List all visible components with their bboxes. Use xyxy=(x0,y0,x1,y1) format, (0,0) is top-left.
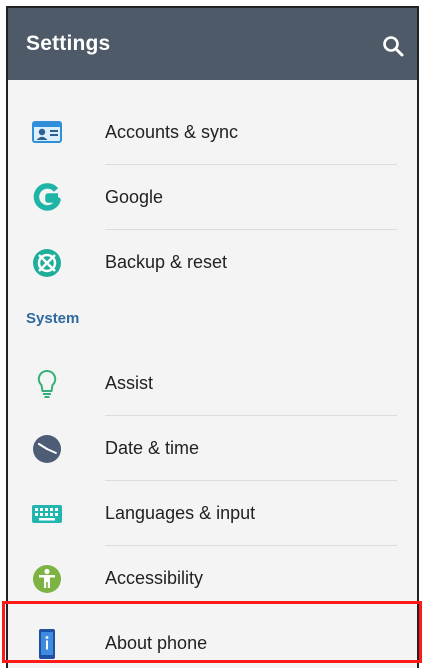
phone-info-icon xyxy=(39,629,55,659)
settings-item-languages-input[interactable]: Languages & input xyxy=(8,481,417,546)
settings-item-label: Date & time xyxy=(105,438,200,458)
settings-item-label: About phone xyxy=(105,633,208,653)
search-icon[interactable] xyxy=(381,34,405,58)
clock-icon xyxy=(33,435,61,463)
settings-item-accessibility[interactable]: Accessibility xyxy=(8,546,417,611)
accessibility-icon xyxy=(33,565,61,593)
page-title: Settings xyxy=(26,32,111,55)
backup-icon xyxy=(33,249,61,277)
settings-item-label: Accounts & sync xyxy=(105,122,239,142)
app-bar: Settings xyxy=(8,8,417,80)
accounts-icon xyxy=(32,121,62,143)
settings-item-assist[interactable]: Assist xyxy=(8,351,417,416)
keyboard-icon xyxy=(32,505,62,523)
settings-item-backup-reset[interactable]: Backup & reset xyxy=(8,230,417,295)
settings-item-label: Accessibility xyxy=(105,568,204,588)
settings-item-label: Languages & input xyxy=(105,503,256,523)
settings-screen: Settings Accounts & sync Google Backup &… xyxy=(6,6,419,668)
settings-item-label: Google xyxy=(105,187,164,207)
settings-item-label: Assist xyxy=(105,373,154,393)
settings-item-google[interactable]: Google xyxy=(8,165,417,230)
settings-item-label: Backup & reset xyxy=(105,252,228,272)
settings-item-about-phone[interactable]: About phone xyxy=(8,611,417,668)
google-icon xyxy=(33,183,61,211)
settings-item-date-time[interactable]: Date & time xyxy=(8,416,417,481)
settings-item-accounts-sync[interactable]: Accounts & sync xyxy=(8,100,417,165)
assist-icon xyxy=(37,369,57,398)
section-header-system: System xyxy=(26,310,80,327)
